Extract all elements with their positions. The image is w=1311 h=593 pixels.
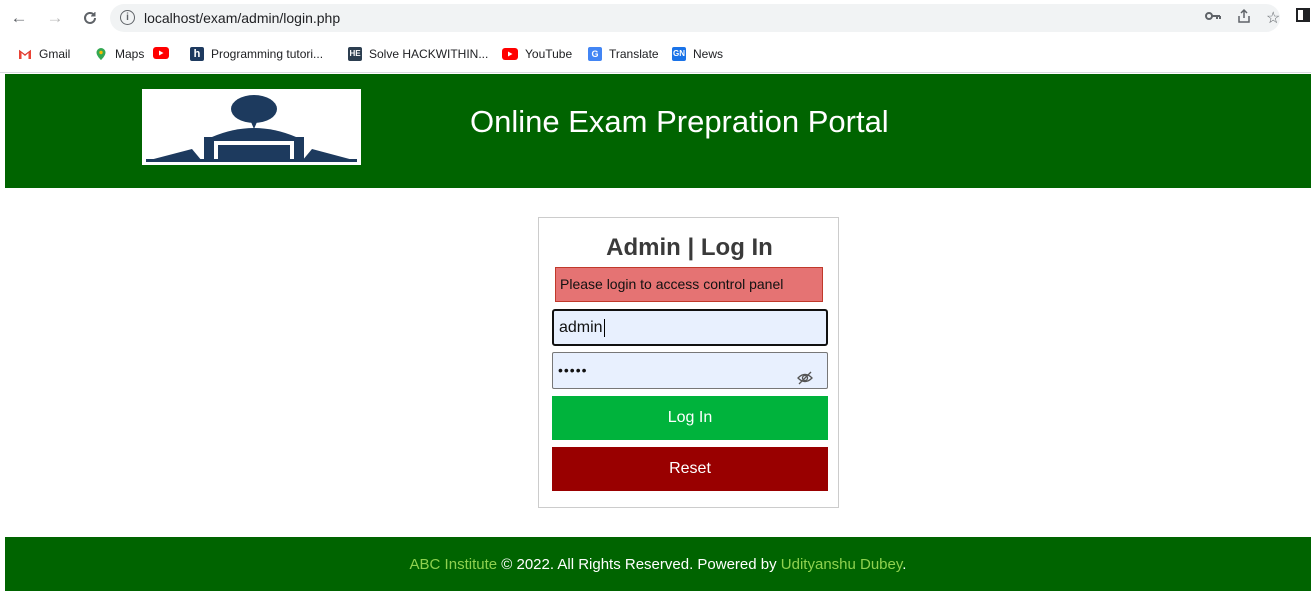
bookmark-youtube-1[interactable] [153,47,176,59]
password-input[interactable]: ••••• [552,352,828,389]
forward-icon[interactable]: → [44,7,66,29]
hackerearth-icon: HE [348,47,362,61]
bookmarks-bar: Gmail Maps h Programming tutori... HE So… [0,38,1311,73]
bookmark-label: YouTube [525,47,573,61]
hackerrank-icon: h [190,47,204,61]
bookmark-star-icon[interactable]: ☆ [1266,8,1280,28]
password-value: ••••• [558,362,588,378]
bookmark-maps[interactable]: Maps [94,47,144,61]
key-icon[interactable] [1205,8,1221,26]
translate-icon: G [588,47,602,61]
bookmark-hackwithin[interactable]: HE Solve HACKWITHIN... [348,47,488,61]
site-header: Online Exam Prepration Portal [5,74,1311,188]
bookmark-news[interactable]: GN News [672,47,723,61]
footer-author-link[interactable]: Udityanshu Dubey [781,556,902,573]
login-button[interactable]: Log In [552,396,828,440]
bookmark-label: Gmail [39,47,71,61]
text-caret [603,318,605,337]
username-value: admin [559,319,603,336]
bookmark-label: Solve HACKWITHIN... [369,47,489,61]
footer-text: © 2022. All Rights Reserved. Powered by [497,556,781,573]
reset-button[interactable]: Reset [552,447,828,491]
bookmark-gmail[interactable]: Gmail [18,47,70,61]
bookmark-label: Programming tutori... [211,47,324,61]
site-title: Online Exam Prepration Portal [470,104,889,139]
youtube-icon [502,48,518,60]
back-icon[interactable]: ← [8,7,30,29]
hide-password-icon[interactable] [797,363,813,398]
site-logo [142,89,361,165]
gmail-icon [18,47,32,61]
login-alert: Please login to access control panel [555,267,823,302]
reload-icon[interactable] [79,7,101,29]
bookmark-programming[interactable]: h Programming tutori... [190,47,323,61]
address-bar[interactable]: i localhost/exam/admin/login.php [110,4,1280,32]
youtube-icon [153,47,169,59]
exam-logo-icon [146,95,357,162]
bookmark-label: Translate [609,47,659,61]
news-icon: GN [672,47,686,61]
bookmark-translate[interactable]: G Translate [588,47,659,61]
maps-icon [94,47,108,61]
footer-org-link[interactable]: ABC Institute [410,556,498,573]
username-input[interactable]: admin [552,309,828,346]
share-icon[interactable] [1236,8,1252,29]
site-footer: ABC Institute © 2022. All Rights Reserve… [5,537,1311,591]
bookmark-label: News [693,47,724,61]
bookmark-label: Maps [115,47,145,61]
browser-toolbar: ← → i localhost/exam/admin/login.php ☆ [0,0,1311,38]
login-title: Admin | Log In [606,234,773,261]
bookmark-youtube-2[interactable]: YouTube [502,47,572,61]
footer-end: . [902,556,907,573]
login-panel: Admin | Log In Please login to access co… [538,217,839,508]
site-info-icon[interactable]: i [120,10,135,25]
side-panel-icon[interactable] [1296,8,1310,27]
url-text: localhost/exam/admin/login.php [144,10,341,26]
